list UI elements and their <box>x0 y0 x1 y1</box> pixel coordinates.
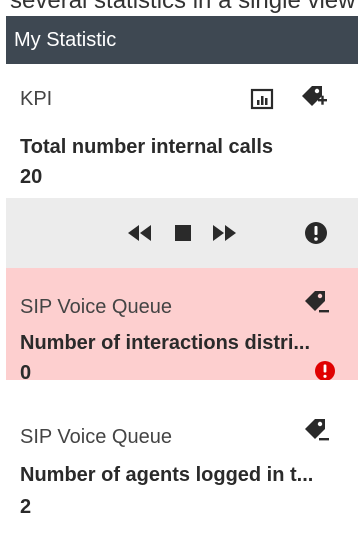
error-alert-icon <box>314 360 336 382</box>
stat-value: 20 <box>20 166 43 188</box>
stat-category: KPI <box>20 88 53 110</box>
stat-category: SIP Voice Queue <box>20 426 172 448</box>
kpi-stat-card[interactable]: KPI Total number internal calls 20 <box>6 64 358 198</box>
queue-stat-card-alert[interactable]: SIP Voice Queue Number of interactions d… <box>6 268 358 384</box>
top-caption-fragment: several statistics in a single view <box>0 0 358 16</box>
queue-stat-card[interactable]: SIP Voice Queue Number of agents logged … <box>6 380 358 535</box>
stat-title: Number of interactions distri... <box>20 332 311 354</box>
statistics-header: My Statistic <box>6 16 358 64</box>
header-title: My Statistic <box>14 28 117 51</box>
remove-tag-icon[interactable] <box>302 416 330 444</box>
exclamation-circle-icon[interactable] <box>304 221 328 245</box>
stat-title: Total number internal calls <box>20 136 274 158</box>
stat-value: 2 <box>20 496 32 518</box>
chart-icon[interactable] <box>250 88 274 110</box>
stop-icon[interactable] <box>174 224 192 242</box>
stat-title: Number of agents logged in t... <box>20 464 314 486</box>
stat-category: SIP Voice Queue <box>20 296 172 318</box>
add-tag-icon[interactable] <box>298 82 328 112</box>
rewind-icon[interactable] <box>126 223 152 243</box>
remove-tag-icon[interactable] <box>302 288 330 316</box>
playback-controls-bar <box>6 198 358 268</box>
top-caption-text: several statistics in a single view <box>10 0 356 14</box>
fast-forward-icon[interactable] <box>212 223 238 243</box>
